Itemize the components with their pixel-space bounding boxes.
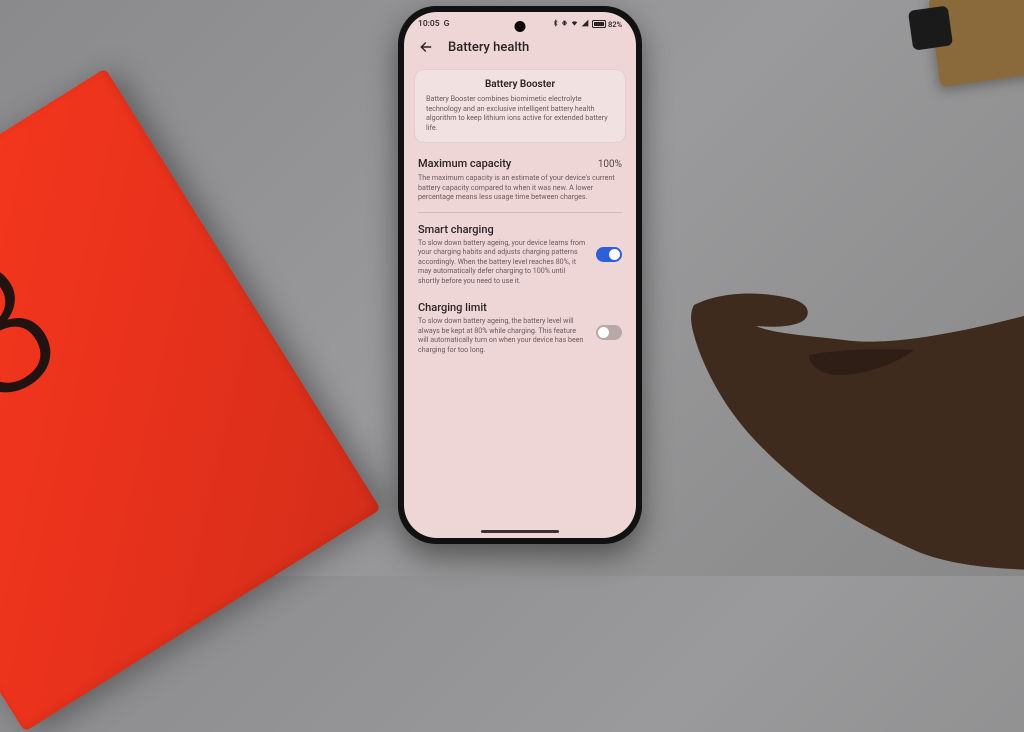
box-label: 13 bbox=[0, 218, 90, 496]
status-time: 10:05 bbox=[418, 19, 440, 29]
desk-object bbox=[928, 0, 1024, 87]
battery-icon bbox=[592, 20, 606, 28]
capacity-value: 100% bbox=[598, 159, 622, 170]
page-title: Battery health bbox=[448, 40, 529, 55]
booster-title: Battery Booster bbox=[426, 79, 614, 90]
smart-charging-desc: To slow down battery ageing, your device… bbox=[418, 238, 586, 286]
front-camera bbox=[515, 21, 526, 32]
capacity-desc: The maximum capacity is an estimate of y… bbox=[418, 173, 622, 202]
max-capacity-section: Maximum capacity 100% The maximum capaci… bbox=[404, 151, 636, 210]
product-box: 13 bbox=[0, 68, 381, 732]
bluetooth-icon bbox=[552, 19, 559, 29]
charging-limit-toggle[interactable] bbox=[596, 325, 622, 340]
wifi-icon bbox=[570, 19, 579, 29]
charging-limit-title: Charging limit bbox=[418, 301, 586, 314]
smart-charging-title: Smart charging bbox=[418, 223, 586, 236]
smart-charging-row[interactable]: Smart charging To slow down battery agei… bbox=[404, 215, 636, 294]
divider bbox=[418, 212, 622, 213]
smart-charging-toggle[interactable] bbox=[596, 247, 622, 262]
charging-limit-desc: To slow down battery ageing, the battery… bbox=[418, 316, 586, 354]
hand-pointing bbox=[634, 190, 1024, 570]
page-header: Battery health bbox=[404, 31, 636, 65]
gesture-bar[interactable] bbox=[481, 530, 559, 533]
phone-frame: 10:05 G 82% bbox=[398, 6, 642, 544]
booster-desc: Battery Booster combines biomimetic elec… bbox=[426, 94, 614, 133]
vibrate-icon bbox=[561, 19, 568, 29]
battery-booster-card: Battery Booster Battery Booster combines… bbox=[414, 69, 626, 143]
status-app-indicator: G bbox=[444, 19, 450, 29]
watermark-badge bbox=[974, 534, 1016, 558]
signal-icon bbox=[581, 19, 589, 29]
back-icon[interactable] bbox=[418, 39, 434, 55]
charging-limit-row[interactable]: Charging limit To slow down battery agei… bbox=[404, 293, 636, 362]
phone-screen: 10:05 G 82% bbox=[404, 12, 636, 538]
capacity-title: Maximum capacity bbox=[418, 157, 511, 170]
status-battery-pct: 82% bbox=[608, 20, 622, 29]
